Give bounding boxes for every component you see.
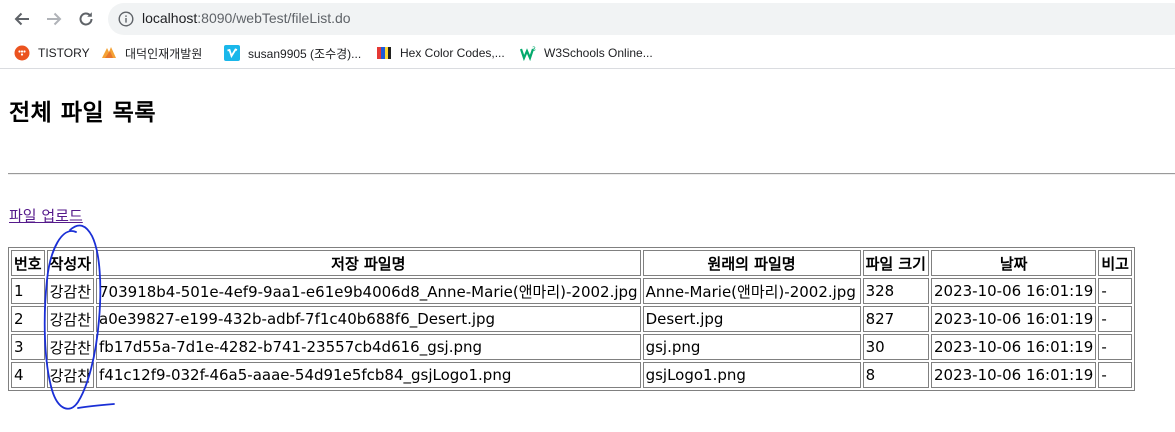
cell-date: 2023-10-06 16:01:19 bbox=[931, 362, 1097, 388]
color-book-icon bbox=[376, 45, 392, 61]
file-list-table: 번호 작성자 저장 파일명 원래의 파일명 파일 크기 날짜 비고 1 강감찬 … bbox=[8, 247, 1135, 391]
url-host: localhost bbox=[142, 10, 198, 26]
cell-note: - bbox=[1098, 278, 1132, 304]
bookmark-ddit[interactable]: 대덕인재개발원 bbox=[101, 45, 202, 61]
bookmarks-bar: TISTORY 대덕인재개발원 susan9905 (조수경)... Hex C… bbox=[0, 38, 1175, 69]
cell-note: - bbox=[1098, 362, 1132, 388]
bookmark-label: susan9905 (조수경)... bbox=[248, 46, 362, 61]
cell-file-size: 8 bbox=[862, 362, 929, 388]
cell-original-filename: gsj.png bbox=[642, 334, 861, 360]
cell-saved-filename: a0e39827-e199-432b-adbf-7f1c40b688f6_Des… bbox=[96, 306, 641, 332]
tistory-icon bbox=[14, 45, 30, 61]
cell-note: - bbox=[1098, 306, 1132, 332]
cell-saved-filename: f41c12f9-032f-46a5-aaae-54d91e5fcb84_gsj… bbox=[96, 362, 641, 388]
table-row: 3 강감찬 fb17d55a-7d1e-4282-b741-23557cb4d6… bbox=[11, 334, 1132, 360]
cell-date: 2023-10-06 16:01:19 bbox=[931, 306, 1097, 332]
cell-original-filename: Anne-Marie(앤마리)-2002.jpg bbox=[642, 278, 861, 304]
bookmark-w3schools[interactable]: 3 W3Schools Online... bbox=[519, 45, 653, 62]
header-note: 비고 bbox=[1098, 250, 1132, 276]
svg-text:3: 3 bbox=[532, 46, 536, 53]
ddit-icon bbox=[101, 45, 117, 61]
cell-file-size: 328 bbox=[862, 278, 929, 304]
cell-original-filename: Desert.jpg bbox=[642, 306, 861, 332]
table-row: 2 강감찬 a0e39827-e199-432b-adbf-7f1c40b688… bbox=[11, 306, 1132, 332]
table-row: 4 강감찬 f41c12f9-032f-46a5-aaae-54d91e5fcb… bbox=[11, 362, 1132, 388]
cell-date: 2023-10-06 16:01:19 bbox=[931, 334, 1097, 360]
forward-button[interactable] bbox=[41, 6, 67, 32]
cell-saved-filename: fb17d55a-7d1e-4282-b741-23557cb4d616_gsj… bbox=[96, 334, 641, 360]
cell-note: - bbox=[1098, 334, 1132, 360]
cell-saved-filename: 703918b4-501e-4ef9-9aa1-e61e9b4006d8_Ann… bbox=[96, 278, 641, 304]
arrow-left-icon bbox=[14, 12, 29, 26]
cell-number: 2 bbox=[11, 306, 45, 332]
bookmark-label: W3Schools Online... bbox=[544, 46, 653, 60]
cell-original-filename: gsjLogo1.png bbox=[642, 362, 861, 388]
back-button[interactable] bbox=[9, 6, 35, 32]
bookmark-label: Hex Color Codes,... bbox=[400, 46, 505, 60]
cell-writer: 강감찬 bbox=[46, 334, 95, 360]
header-date: 날짜 bbox=[931, 250, 1097, 276]
horizontal-rule bbox=[8, 173, 1175, 175]
table-row: 1 강감찬 703918b4-501e-4ef9-9aa1-e61e9b4006… bbox=[11, 278, 1132, 304]
address-bar[interactable]: localhost:8090/webTest/fileList.do bbox=[108, 3, 1175, 35]
header-writer: 작성자 bbox=[46, 250, 95, 276]
cell-date: 2023-10-06 16:01:19 bbox=[931, 278, 1097, 304]
reload-button[interactable] bbox=[73, 6, 99, 32]
cell-writer: 강감찬 bbox=[46, 306, 95, 332]
arrow-right-icon bbox=[47, 12, 62, 26]
header-original-filename: 원래의 파일명 bbox=[642, 250, 861, 276]
url-text[interactable]: localhost:8090/webTest/fileList.do bbox=[142, 10, 351, 26]
file-upload-link[interactable]: 파일 업로드 bbox=[9, 205, 83, 226]
header-file-size: 파일 크기 bbox=[862, 250, 929, 276]
page-content: 전체 파일 목록 파일 업로드 번호 작성자 저장 파일명 원래의 파일명 파일… bbox=[0, 69, 1175, 432]
reload-icon bbox=[79, 12, 93, 26]
cell-number: 3 bbox=[11, 334, 45, 360]
cell-number: 1 bbox=[11, 278, 45, 304]
header-number: 번호 bbox=[11, 250, 45, 276]
bookmark-label: 대덕인재개발원 bbox=[125, 46, 203, 61]
bookmark-vimeo[interactable]: susan9905 (조수경)... bbox=[224, 45, 361, 61]
bookmark-tistory[interactable]: TISTORY bbox=[14, 45, 90, 61]
cell-file-size: 827 bbox=[862, 306, 929, 332]
page-title: 전체 파일 목록 bbox=[9, 100, 156, 126]
header-saved-filename: 저장 파일명 bbox=[96, 250, 641, 276]
cell-writer: 강감찬 bbox=[46, 278, 95, 304]
cell-file-size: 30 bbox=[862, 334, 929, 360]
w3schools-icon: 3 bbox=[519, 45, 536, 62]
bookmark-label: TISTORY bbox=[38, 46, 90, 60]
vimeo-icon bbox=[224, 45, 240, 61]
table-header-row: 번호 작성자 저장 파일명 원래의 파일명 파일 크기 날짜 비고 bbox=[11, 250, 1132, 276]
url-path: :8090/webTest/fileList.do bbox=[197, 10, 351, 26]
info-icon[interactable] bbox=[118, 11, 134, 27]
cell-writer: 강감찬 bbox=[46, 362, 95, 388]
bookmark-hex-colors[interactable]: Hex Color Codes,... bbox=[376, 45, 505, 61]
cell-number: 4 bbox=[11, 362, 45, 388]
browser-toolbar: localhost:8090/webTest/fileList.do bbox=[0, 0, 1175, 38]
